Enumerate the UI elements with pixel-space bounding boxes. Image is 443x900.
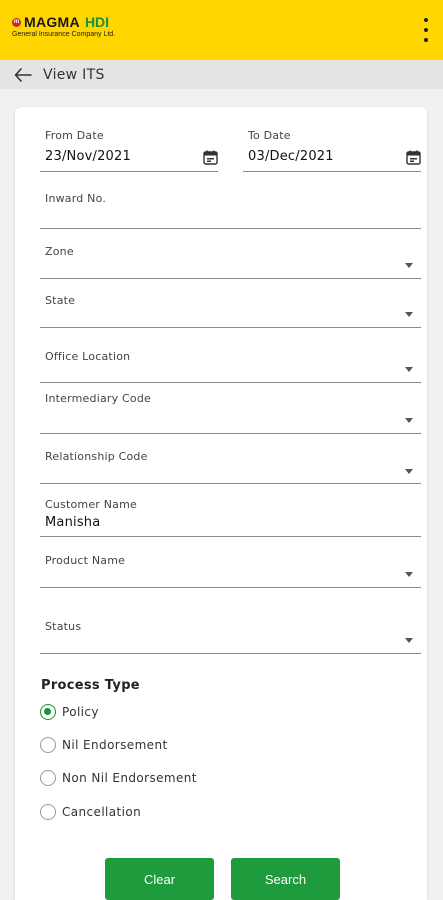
customer-name-value: Manisha bbox=[45, 515, 101, 530]
office-location-select[interactable]: Office Location bbox=[40, 348, 421, 383]
page-title: View ITS bbox=[43, 66, 105, 83]
dropdown-arrow-icon[interactable] bbox=[405, 572, 413, 577]
radio-button[interactable] bbox=[40, 804, 56, 820]
product-name-label: Product Name bbox=[45, 554, 126, 567]
radio-label: Nil Endorsement bbox=[62, 738, 168, 752]
to-date-field[interactable]: To Date 03/Dec/2021 bbox=[243, 127, 421, 172]
dropdown-arrow-icon[interactable] bbox=[405, 418, 413, 423]
logo-emblem-icon: m bbox=[12, 17, 21, 27]
brand-tagline: General Insurance Company Ltd. bbox=[12, 31, 116, 38]
search-button[interactable]: Search bbox=[231, 858, 340, 900]
brand-suffix: HDI bbox=[84, 14, 110, 30]
radio-cancellation[interactable]: Cancellation bbox=[40, 804, 141, 820]
state-label: State bbox=[45, 294, 76, 307]
brand-name: MAGMA bbox=[24, 14, 80, 30]
clear-button[interactable]: Clear bbox=[105, 858, 214, 900]
radio-nil-endorsement[interactable]: Nil Endorsement bbox=[40, 737, 168, 753]
radio-button[interactable] bbox=[40, 704, 56, 720]
zone-label: Zone bbox=[45, 245, 74, 258]
dropdown-arrow-icon[interactable] bbox=[405, 312, 413, 317]
relationship-code-select[interactable]: Relationship Code bbox=[40, 448, 421, 484]
radio-policy[interactable]: Policy bbox=[40, 704, 99, 720]
from-date-label: From Date bbox=[45, 129, 104, 142]
process-type-heading: Process Type bbox=[41, 678, 140, 693]
dropdown-arrow-icon[interactable] bbox=[405, 469, 413, 474]
arrow-left-icon[interactable] bbox=[14, 67, 34, 83]
app-header: m MAGMA HDI General Insurance Company Lt… bbox=[0, 0, 443, 60]
status-label: Status bbox=[45, 620, 82, 633]
relationship-code-label: Relationship Code bbox=[45, 450, 148, 463]
radio-label: Cancellation bbox=[62, 805, 142, 819]
page-toolbar: View ITS bbox=[0, 60, 443, 89]
brand-logo: m MAGMA HDI General Insurance Company Lt… bbox=[12, 14, 115, 38]
dropdown-arrow-icon[interactable] bbox=[405, 263, 413, 268]
radio-label: Non Nil Endorsement bbox=[62, 771, 197, 785]
calendar-icon[interactable] bbox=[203, 150, 218, 165]
office-location-label: Office Location bbox=[45, 350, 131, 363]
intermediary-code-label: Intermediary Code bbox=[45, 392, 151, 405]
from-date-field[interactable]: From Date 23/Nov/2021 bbox=[40, 127, 218, 172]
radio-label: Policy bbox=[62, 705, 99, 719]
inward-no-label: Inward No. bbox=[45, 192, 107, 205]
more-vert-icon[interactable] bbox=[423, 18, 429, 42]
to-date-value: 03/Dec/2021 bbox=[248, 149, 334, 164]
calendar-icon[interactable] bbox=[406, 150, 421, 165]
zone-select[interactable]: Zone bbox=[40, 243, 421, 279]
from-date-value: 23/Nov/2021 bbox=[45, 149, 131, 164]
customer-name-input[interactable]: Customer Name Manisha bbox=[40, 496, 421, 537]
dropdown-arrow-icon[interactable] bbox=[405, 638, 413, 643]
to-date-label: To Date bbox=[248, 129, 291, 142]
intermediary-code-select[interactable]: Intermediary Code bbox=[40, 390, 421, 434]
status-select[interactable]: Status bbox=[40, 618, 421, 654]
inward-no-input[interactable]: Inward No. bbox=[40, 189, 421, 229]
product-name-select[interactable]: Product Name bbox=[40, 552, 421, 588]
state-select[interactable]: State bbox=[40, 292, 421, 328]
radio-button[interactable] bbox=[40, 737, 56, 753]
radio-button[interactable] bbox=[40, 770, 56, 786]
customer-name-label: Customer Name bbox=[45, 498, 137, 511]
dropdown-arrow-icon[interactable] bbox=[405, 367, 413, 372]
radio-non-nil-endorsement[interactable]: Non Nil Endorsement bbox=[40, 770, 197, 786]
